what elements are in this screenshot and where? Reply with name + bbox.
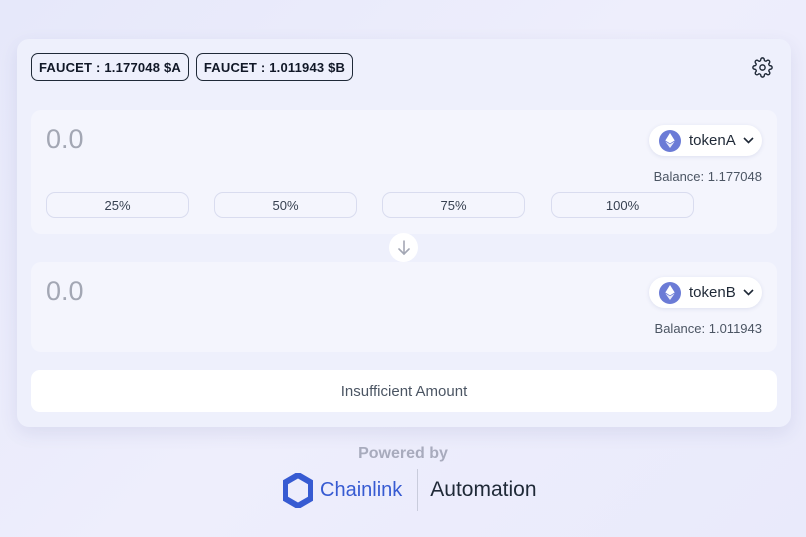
percent-100-button[interactable]: 100% (551, 192, 694, 218)
submit-swap-button[interactable]: Insufficient Amount (31, 370, 777, 412)
from-balance: Balance: 1.177048 (653, 169, 762, 184)
from-token-panel: tokenA Balance: 1.177048 25% 50% 75% 100… (31, 110, 777, 234)
to-token-panel: tokenB Balance: 1.011943 (31, 262, 777, 352)
swap-card: FAUCET : 1.177048 $A FAUCET : 1.011943 $… (17, 39, 791, 427)
arrow-down-icon[interactable] (389, 233, 418, 262)
eth-icon (659, 281, 681, 304)
chevron-down-icon (743, 289, 754, 296)
to-balance: Balance: 1.011943 (654, 321, 762, 336)
to-token-name: tokenB (689, 284, 736, 301)
automation-wordmark: Automation (430, 478, 537, 501)
faucet-a-button[interactable]: FAUCET : 1.177048 $A (31, 53, 189, 81)
from-token-name: tokenA (689, 132, 736, 149)
chevron-down-icon (743, 137, 754, 144)
to-token-select[interactable]: tokenB (649, 277, 762, 308)
percent-25-button[interactable]: 25% (46, 192, 189, 218)
percent-75-button[interactable]: 75% (382, 192, 525, 218)
footer-brand: Chainlink Automation (283, 469, 537, 511)
from-amount-input[interactable] (46, 124, 446, 155)
gear-icon[interactable] (751, 56, 773, 78)
chainlink-wordmark: Chainlink (320, 478, 403, 501)
to-amount-input[interactable] (46, 276, 446, 307)
eth-icon (659, 129, 681, 152)
faucet-b-button[interactable]: FAUCET : 1.011943 $B (196, 53, 353, 81)
from-token-select[interactable]: tokenA (649, 125, 762, 156)
chainlink-logo-icon (283, 472, 313, 508)
footer-divider (417, 469, 419, 511)
powered-by-label: Powered by (358, 445, 448, 462)
percent-50-button[interactable]: 50% (214, 192, 357, 218)
